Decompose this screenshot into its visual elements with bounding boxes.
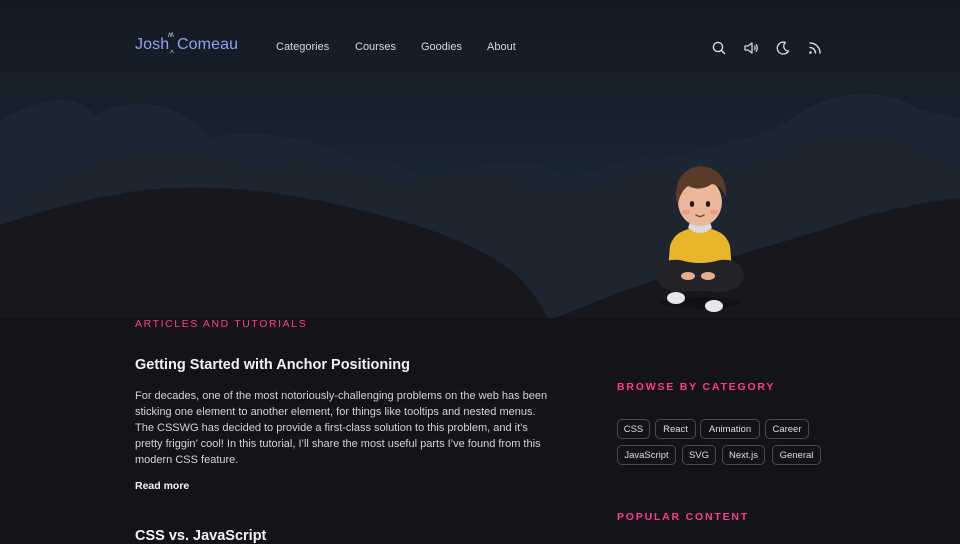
popular-content-label: POPULAR CONTENT <box>617 511 749 523</box>
nav-about[interactable]: About <box>487 41 516 53</box>
logo-last-name: Comeau <box>177 36 239 53</box>
article-title[interactable]: Getting Started with Anchor Positioning <box>135 357 410 373</box>
logo-decoration-icon: ʍ <box>168 30 174 39</box>
nav-courses[interactable]: Courses <box>355 41 396 53</box>
dark-mode-icon[interactable] <box>774 39 792 57</box>
articles-section-label: ARTICLES AND TUTORIALS <box>135 318 308 330</box>
logo-decoration-icon: ^ <box>170 49 174 58</box>
sound-icon[interactable] <box>742 39 760 57</box>
category-chip-nextjs[interactable]: Next.js <box>722 445 765 465</box>
nav-goodies[interactable]: Goodies <box>421 41 462 53</box>
category-chip-career[interactable]: Career <box>765 419 809 439</box>
rss-icon[interactable] <box>806 39 824 57</box>
search-icon[interactable] <box>710 39 728 57</box>
article-excerpt: For decades, one of the most notoriously… <box>135 390 548 466</box>
article-title[interactable]: CSS vs. JavaScript <box>135 528 266 544</box>
nav-categories[interactable]: Categories <box>276 41 329 53</box>
category-chip-general[interactable]: General <box>772 445 821 465</box>
browse-category-label: BROWSE BY CATEGORY <box>617 381 776 393</box>
mascot-illustration <box>656 166 744 312</box>
read-more-link[interactable]: Read more <box>135 480 189 492</box>
category-chip-javascript[interactable]: JavaScript <box>617 445 676 465</box>
logo-first-name: Josh <box>135 36 170 53</box>
category-chip-svg[interactable]: SVG <box>682 445 716 465</box>
category-chip-css[interactable]: CSS <box>617 419 650 439</box>
category-chip-animation[interactable]: Animation <box>700 419 760 439</box>
category-chip-react[interactable]: React <box>655 419 696 439</box>
